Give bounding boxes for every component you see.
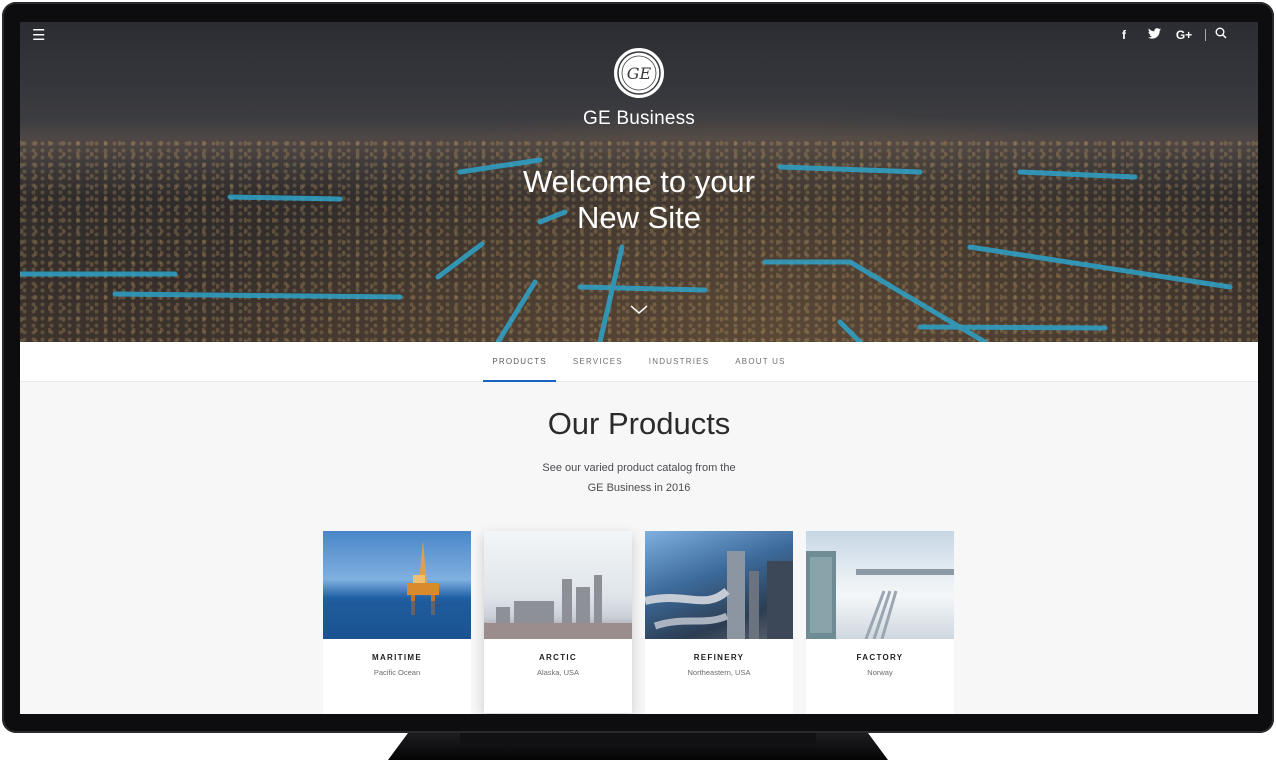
products-title: Our Products xyxy=(547,406,731,441)
products-subtitle-line1: See our varied product catalog from the xyxy=(542,462,736,474)
products-subtitle: See our varied product catalog from the … xyxy=(539,458,739,498)
card-name: ARCTIC xyxy=(538,653,578,662)
twitter-icon[interactable] xyxy=(1139,27,1169,42)
product-card-arctic[interactable]: ARCTIC Alaska, USA xyxy=(484,531,632,713)
product-card-factory[interactable]: FACTORY Norway xyxy=(806,531,954,714)
product-card-refinery[interactable]: REFINERY Northeastern, USA xyxy=(645,531,793,714)
brand-name: GE Business xyxy=(582,108,696,129)
divider xyxy=(1205,28,1206,41)
card-name: MARITIME xyxy=(372,653,422,662)
tab-about-us[interactable]: ABOUT US xyxy=(722,342,798,382)
card-name: FACTORY xyxy=(856,653,904,662)
menu-icon[interactable]: ☰ xyxy=(32,28,46,43)
card-name: REFINERY xyxy=(693,653,745,662)
card-location: Alaska, USA xyxy=(536,668,580,677)
section-nav: PRODUCTS SERVICES INDUSTRIES ABOUT US xyxy=(20,342,1258,382)
factory-image xyxy=(806,531,954,639)
facebook-icon[interactable]: f xyxy=(1109,28,1139,42)
social-links: f G+ xyxy=(1109,27,1230,42)
refinery-image xyxy=(645,531,793,639)
hero-headline-line1: Welcome to your xyxy=(522,164,755,199)
svg-text:GE: GE xyxy=(627,64,652,83)
hero-banner: ☰ f G+ GE GE Business Welcome to your Ne… xyxy=(20,22,1258,342)
website-screen: ☰ f G+ GE GE Business Welcome to your Ne… xyxy=(20,22,1258,714)
tab-industries[interactable]: INDUSTRIES xyxy=(636,342,722,382)
tab-products[interactable]: PRODUCTS xyxy=(479,342,560,382)
monitor-stand-neck xyxy=(460,733,816,745)
chevron-down-icon[interactable] xyxy=(630,302,648,320)
card-location: Pacific Ocean xyxy=(373,668,421,677)
card-location: Northeastern, USA xyxy=(687,668,751,677)
search-icon[interactable] xyxy=(1212,27,1230,42)
card-location: Norway xyxy=(867,668,893,677)
tab-services[interactable]: SERVICES xyxy=(560,342,636,382)
maritime-image xyxy=(323,531,471,639)
ge-logo[interactable]: GE xyxy=(614,48,664,98)
google-plus-icon[interactable]: G+ xyxy=(1169,28,1199,42)
product-cards: MARITIME Pacific Ocean ARCTIC Alaska, US… xyxy=(323,531,954,714)
products-subtitle-line2: GE Business in 2016 xyxy=(587,482,691,494)
hero-headline: Welcome to your New Site xyxy=(20,164,1258,236)
product-card-maritime[interactable]: MARITIME Pacific Ocean xyxy=(323,531,471,714)
hero-headline-line2: New Site xyxy=(576,200,702,235)
arctic-image xyxy=(484,531,632,639)
